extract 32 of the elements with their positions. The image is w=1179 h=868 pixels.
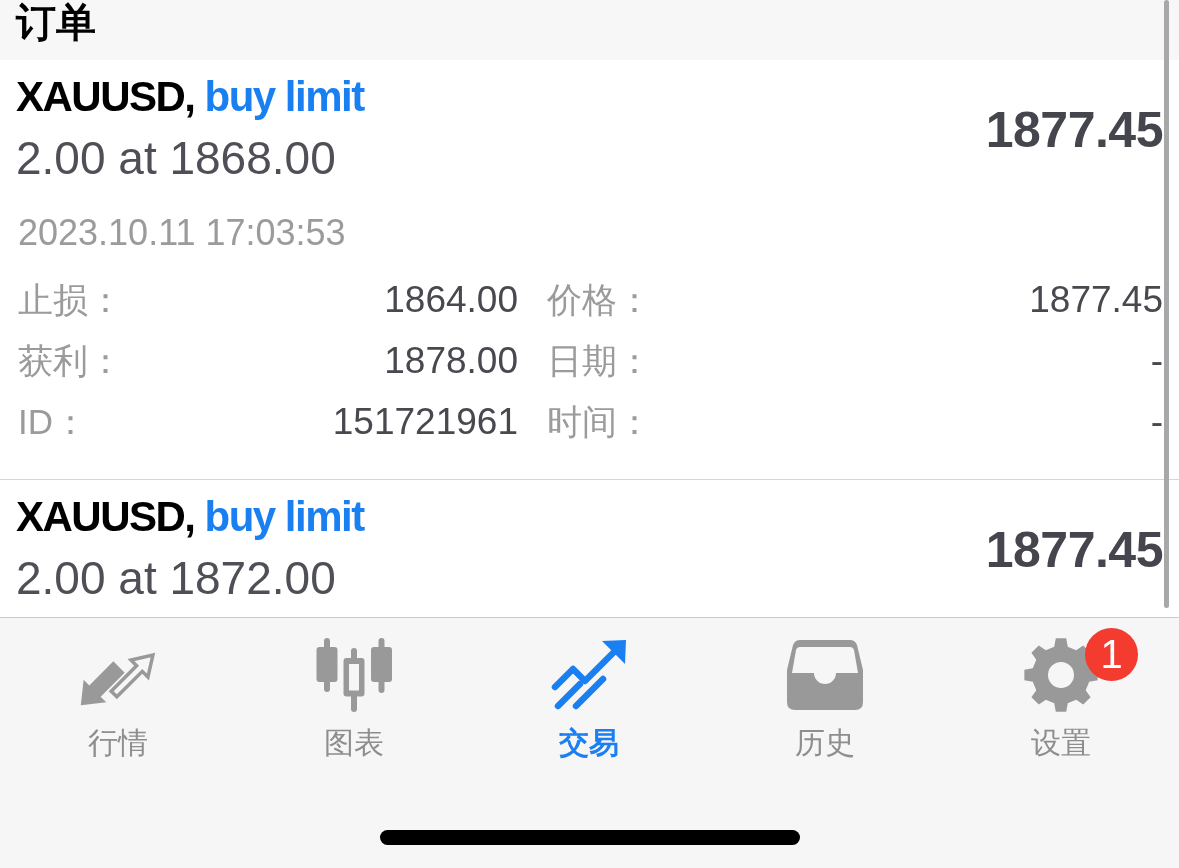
detail-value: 151721961 [332,399,518,444]
tray-icon [787,640,864,710]
order-type: buy limit [204,72,364,122]
order-item[interactable]: XAUUSD, buy limit 2.00 at 1872.00 1877.45 [0,480,1179,610]
detail-label: 日期： [547,339,652,382]
order-volume-price: 2.00 at 1868.00 [16,131,337,186]
current-price: 1877.45 [985,520,1163,580]
detail-label: 价格： [547,278,652,321]
page-title: 订单 [16,0,96,46]
candlestick-icon [314,637,393,713]
detail-value: - [1150,338,1163,383]
settings-gear-icon [1023,637,1100,713]
detail-value: 1878.00 [384,338,518,383]
tab[interactable]: 历史 [707,638,944,761]
tab[interactable]: 图表 [235,638,472,761]
order-symbol: XAUUSD, [16,72,195,122]
detail-label: 获利： [18,339,123,382]
detail-value: 1877.45 [1029,277,1163,322]
order-type: buy limit [204,492,364,542]
tab[interactable]: 行情 [0,638,236,761]
tab[interactable]: 交易 [471,638,708,761]
detail-label: 止损： [18,278,123,321]
order-time: 2023.10.11 17:03:53 [18,211,346,255]
detail-label: 时间： [547,400,652,443]
trend-arrow-icon [551,639,628,711]
order-volume-price: 2.00 at 1872.00 [16,551,337,606]
notification-badge: 1 [1085,628,1139,681]
detail-value: 1864.00 [384,277,518,322]
current-price: 1877.45 [985,100,1163,160]
order-symbol: XAUUSD, [16,492,195,542]
detail-value: - [1150,399,1163,444]
detail-label: ID： [18,400,88,443]
